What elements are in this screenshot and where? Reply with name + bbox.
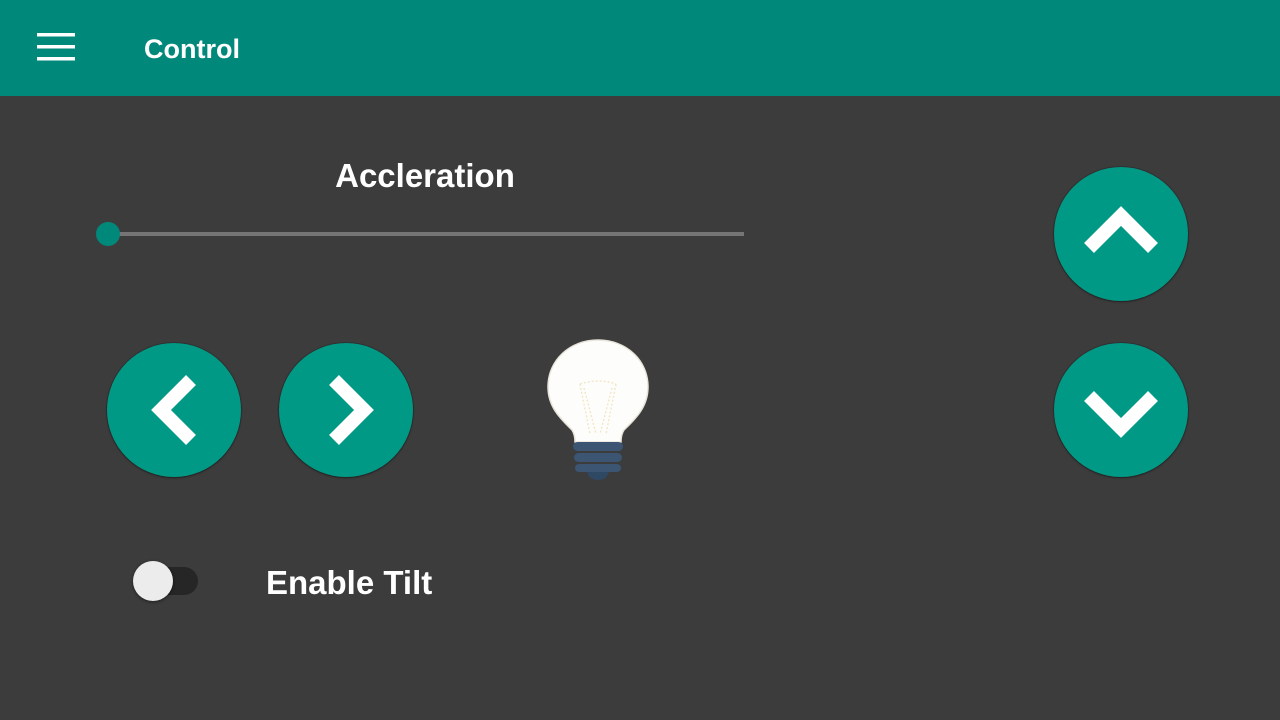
chevron-up-icon — [1084, 206, 1158, 253]
tilt-label: Enable Tilt — [266, 564, 433, 601]
up-button[interactable] — [1054, 167, 1188, 301]
chevron-left-icon — [151, 375, 196, 445]
tilt-toggle[interactable] — [130, 558, 202, 604]
acceleration-label: Accleration — [335, 157, 515, 194]
chevron-down-icon — [1084, 391, 1158, 438]
light-bulb-button[interactable] — [544, 338, 652, 484]
down-button[interactable] — [1054, 343, 1188, 477]
left-button[interactable] — [107, 343, 241, 477]
right-button[interactable] — [279, 343, 413, 477]
slider-thumb[interactable] — [96, 222, 120, 246]
page-title: Control — [144, 34, 240, 64]
toggle-knob — [133, 561, 173, 601]
acceleration-slider[interactable] — [96, 222, 746, 246]
slider-track — [108, 232, 744, 236]
chevron-right-icon — [329, 375, 374, 445]
hamburger-menu-icon — [37, 33, 75, 61]
light-bulb-icon — [547, 339, 649, 480]
app-bar: Control — [0, 0, 1280, 96]
menu-button[interactable] — [28, 28, 84, 68]
